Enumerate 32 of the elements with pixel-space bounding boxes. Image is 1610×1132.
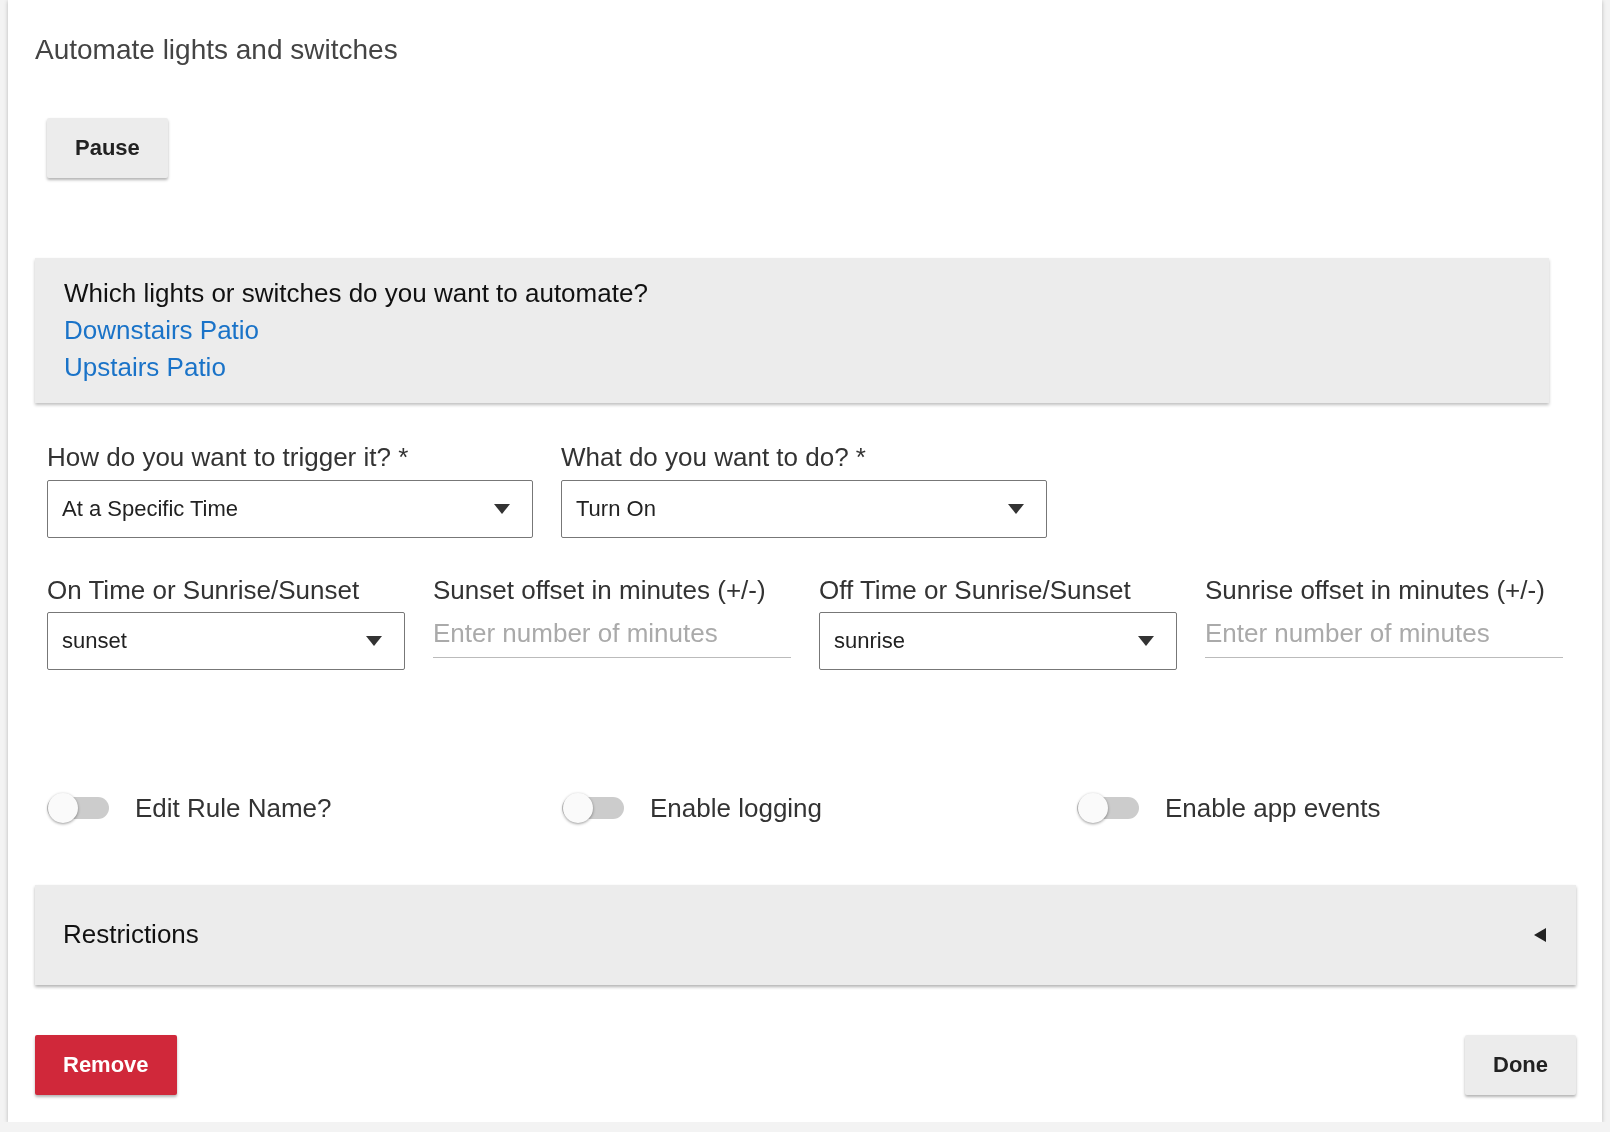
caret-left-icon [1534,927,1546,942]
dropdown-field[interactable]: Turn On [561,479,1047,538]
page-title: Automate lights and switches [35,34,399,66]
input-field[interactable]: Enter number of minutes [433,612,791,658]
field-label: Off Time or Sunrise/Sunset [819,573,1132,606]
toggle-label: Enable app events [1165,792,1381,825]
dropdown-field[interactable]: sunset [47,612,405,670]
dropdown-field[interactable]: sunrise [819,612,1177,670]
pause-button[interactable]: Pause [47,118,168,178]
field-label: Sunrise offset in minutes (+/-) [1205,573,1546,606]
device-link[interactable]: Downstairs Patio [64,315,260,346]
toggle-switch[interactable] [47,792,109,825]
field-label: Sunset offset in minutes (+/-) [433,573,767,606]
caret-icon [1008,503,1024,514]
caret-icon [1138,636,1154,646]
restrictions-bar[interactable]: Restrictions [35,884,1576,985]
question-text: Which lights or switches do you want to automate? [64,278,649,309]
toggle-switch[interactable] [562,792,624,825]
toggle-label: Enable logging [650,792,823,825]
field-label: What do you want to do? * [561,441,867,474]
caret-icon [494,503,510,514]
done-button[interactable]: Done [1465,1034,1576,1095]
device-link[interactable]: Upstairs Patio [64,352,226,383]
toggle-switch[interactable] [1077,792,1139,825]
input-field[interactable]: Enter number of minutes [1205,612,1563,658]
restrictions-title: Restrictions [63,919,199,950]
dropdown-field[interactable]: At a Specific Time [47,479,533,538]
toggle-label: Edit Rule Name? [135,792,332,825]
field-label: How do you want to trigger it? * [47,441,410,474]
caret-icon [366,636,382,646]
field-label: On Time or Sunrise/Sunset [47,573,361,606]
remove-button[interactable]: Remove [35,1034,177,1095]
